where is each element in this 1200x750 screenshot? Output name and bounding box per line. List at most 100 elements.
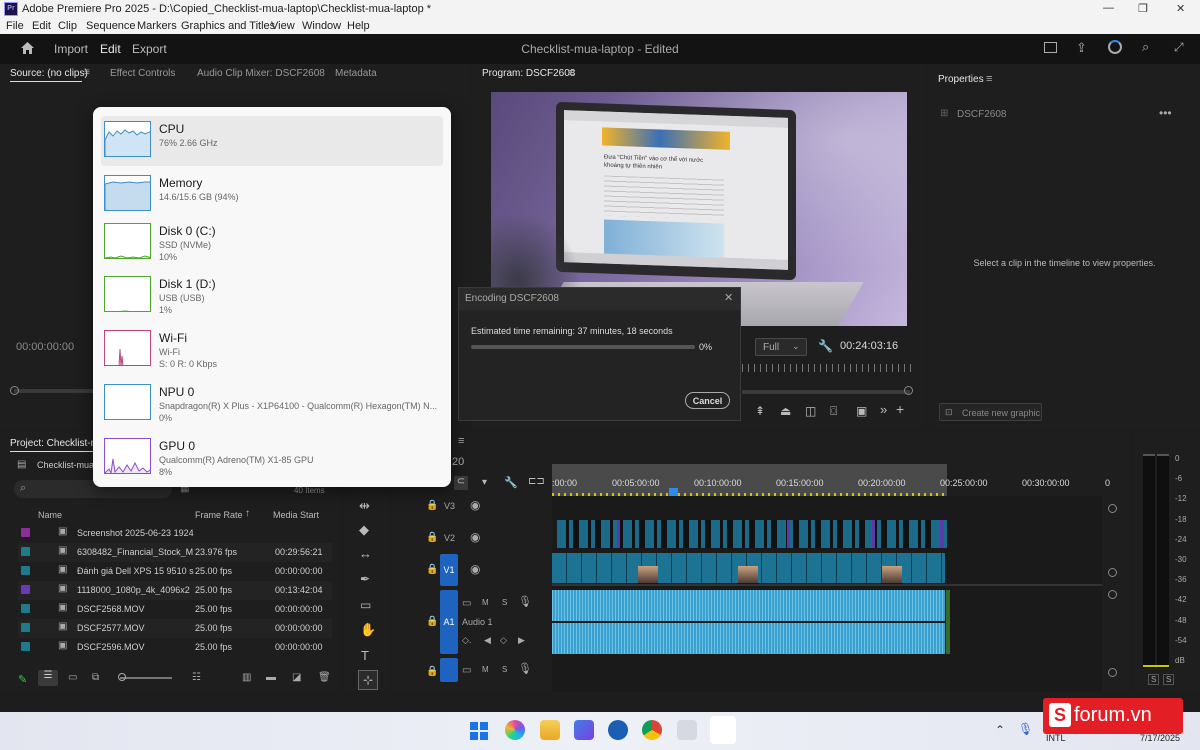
source-scrub-handle[interactable]: [10, 386, 19, 395]
create-new-graphic-button[interactable]: ⊡ Create new graphic: [939, 403, 1042, 421]
sort-icon[interactable]: ☷: [192, 672, 201, 683]
keyframe-icon[interactable]: ◇.: [462, 635, 471, 646]
cancel-button[interactable]: Cancel: [685, 392, 730, 409]
icon-view-icon[interactable]: ▭: [68, 672, 77, 683]
solo-button[interactable]: S: [502, 665, 507, 674]
pencil-icon[interactable]: ✎: [18, 673, 27, 686]
menu-file[interactable]: File: [6, 20, 24, 32]
tray-chevron-up-icon[interactable]: ⌃: [995, 723, 1005, 737]
program-ruler[interactable]: [742, 364, 912, 372]
sync-lock-icon[interactable]: ▭: [462, 665, 471, 676]
perf-item-cpu[interactable]: CPU 76% 2.66 GHz: [101, 116, 443, 166]
menu-sequence[interactable]: Sequence: [86, 20, 136, 32]
marker-icon[interactable]: ▾: [482, 477, 487, 488]
perf-item-disk-0-c[interactable]: Disk 0 (C:) SSD (NVMe) 10%: [101, 218, 443, 268]
close-window-icon[interactable]: ✕: [1176, 2, 1185, 15]
mic-icon[interactable]: 🎙: [518, 662, 532, 675]
label-color-swatch[interactable]: [21, 547, 30, 556]
keyboard-language[interactable]: INTL: [1046, 733, 1066, 743]
program-zoom-handle[interactable]: [904, 386, 913, 395]
progress-indicator-icon[interactable]: [1108, 40, 1122, 54]
panel-menu-icon[interactable]: ≡: [84, 67, 90, 78]
search-icon[interactable]: ⌕: [1142, 39, 1149, 55]
menu-view[interactable]: View: [271, 20, 295, 32]
copilot-icon[interactable]: [505, 720, 525, 740]
extract-icon[interactable]: ⏏: [780, 404, 791, 418]
lift-icon[interactable]: ⇞: [755, 404, 765, 418]
pen-icon[interactable]: ✒: [360, 572, 370, 586]
workspace-icon[interactable]: [1044, 42, 1057, 53]
menu-clip[interactable]: Clip: [58, 20, 77, 32]
captions-icon[interactable]: ⊏⊐: [528, 476, 545, 487]
program-zoom-bar[interactable]: [742, 390, 910, 394]
solo-right-button[interactable]: S: [1163, 674, 1175, 685]
export-frame-icon[interactable]: ▣: [856, 404, 867, 418]
eye-icon[interactable]: ◉: [470, 498, 480, 512]
next-keyframe-icon[interactable]: ▶: [518, 635, 525, 646]
wrench-icon[interactable]: 🔧: [818, 339, 833, 353]
snap-icon[interactable]: ⊂: [454, 476, 468, 490]
hand-icon[interactable]: ✋: [360, 622, 376, 638]
add-keyframe-icon[interactable]: ◇: [500, 635, 507, 646]
sync-lock-icon[interactable]: ▭: [462, 598, 471, 609]
generative-extend-icon[interactable]: ⊹: [358, 670, 378, 690]
project-row[interactable]: ▣ Screenshot 2025-06-23 1924: [18, 524, 332, 543]
project-row[interactable]: ▣ DSCF2577.MOV 25.00 fps 00:00:00:00: [18, 619, 332, 638]
add-button-icon[interactable]: +: [896, 401, 904, 417]
chrome-icon[interactable]: [642, 720, 662, 740]
properties-menu-icon[interactable]: ≡: [986, 73, 992, 85]
menu-edit[interactable]: Edit: [32, 20, 51, 32]
rectangle-icon[interactable]: ▭: [360, 598, 371, 612]
mic-icon[interactable]: 🎙: [518, 595, 532, 608]
lock-icon[interactable]: 🔒: [426, 500, 438, 511]
close-icon[interactable]: ✕: [724, 291, 733, 304]
automate-icon[interactable]: ▥: [242, 672, 251, 683]
project-row[interactable]: ▣ DSCF2568.MOV 25.00 fps 00:00:00:00: [18, 600, 332, 619]
fullscreen-icon[interactable]: ⤢: [1174, 40, 1184, 55]
tab-metadata[interactable]: Metadata: [335, 68, 377, 79]
tab-program[interactable]: Program: DSCF2608: [482, 68, 575, 79]
more-options-icon[interactable]: •••: [1159, 106, 1172, 120]
label-color-swatch[interactable]: [21, 528, 30, 537]
timeline-wrench-icon[interactable]: 🔧: [504, 476, 518, 489]
tab-audio-clip-mixer[interactable]: Audio Clip Mixer: DSCF2608: [197, 68, 325, 79]
lock-icon[interactable]: 🔒: [426, 666, 438, 677]
solo-left-button[interactable]: S: [1148, 674, 1160, 685]
track-a2-target[interactable]: [440, 658, 458, 682]
new-item-icon[interactable]: ◪: [292, 672, 301, 683]
project-row[interactable]: ▣ 1118000_1080p_4k_4096x2 25.00 fps 00:13:4…: [18, 581, 332, 600]
store-icon[interactable]: [574, 720, 594, 740]
scroll-handle[interactable]: [1108, 568, 1117, 577]
menu-window[interactable]: Window: [302, 20, 341, 32]
file-explorer-icon[interactable]: [540, 720, 560, 740]
timeline-menu-icon[interactable]: ≡: [458, 435, 464, 447]
label-color-swatch[interactable]: [21, 604, 30, 613]
v2-clips[interactable]: [557, 520, 947, 548]
project-row[interactable]: ▣ DSCF2596.MOV 25.00 fps 00:00:00:00: [18, 638, 332, 657]
lock-icon[interactable]: 🔒: [426, 564, 438, 575]
zoom-slider[interactable]: [120, 677, 172, 679]
app-icon[interactable]: [677, 720, 697, 740]
menu-help[interactable]: Help: [347, 20, 370, 32]
menu-graphics-and-titles[interactable]: Graphics and Titles: [181, 20, 275, 32]
windows-start-icon[interactable]: [470, 722, 488, 740]
eye-icon[interactable]: ◉: [470, 562, 480, 576]
track-lanes[interactable]: [552, 496, 1102, 692]
mic-tray-icon[interactable]: 🎙: [1018, 722, 1033, 736]
project-row[interactable]: ▣ 6308482_Financial_Stock_M 23.976 fps 00:2…: [18, 543, 332, 562]
source-scrubber[interactable]: [14, 389, 96, 393]
tray-date[interactable]: 7/17/2025: [1140, 733, 1180, 743]
freeform-view-icon[interactable]: ⧉: [92, 672, 99, 683]
slip-icon[interactable]: ↔: [359, 546, 372, 561]
label-color-swatch[interactable]: [21, 623, 30, 632]
maximize-icon[interactable]: ❐: [1138, 2, 1148, 15]
lock-icon[interactable]: 🔒: [426, 532, 438, 543]
share-icon[interactable]: ⇪: [1076, 40, 1087, 56]
eye-icon[interactable]: ◉: [470, 530, 480, 544]
column-name[interactable]: Name: [38, 510, 62, 520]
label-color-swatch[interactable]: [21, 566, 30, 575]
compare-icon[interactable]: ◫: [805, 404, 816, 418]
tab-properties[interactable]: Properties: [938, 74, 984, 85]
program-menu-icon[interactable]: ≡: [568, 67, 574, 79]
scroll-handle[interactable]: [1108, 590, 1117, 599]
